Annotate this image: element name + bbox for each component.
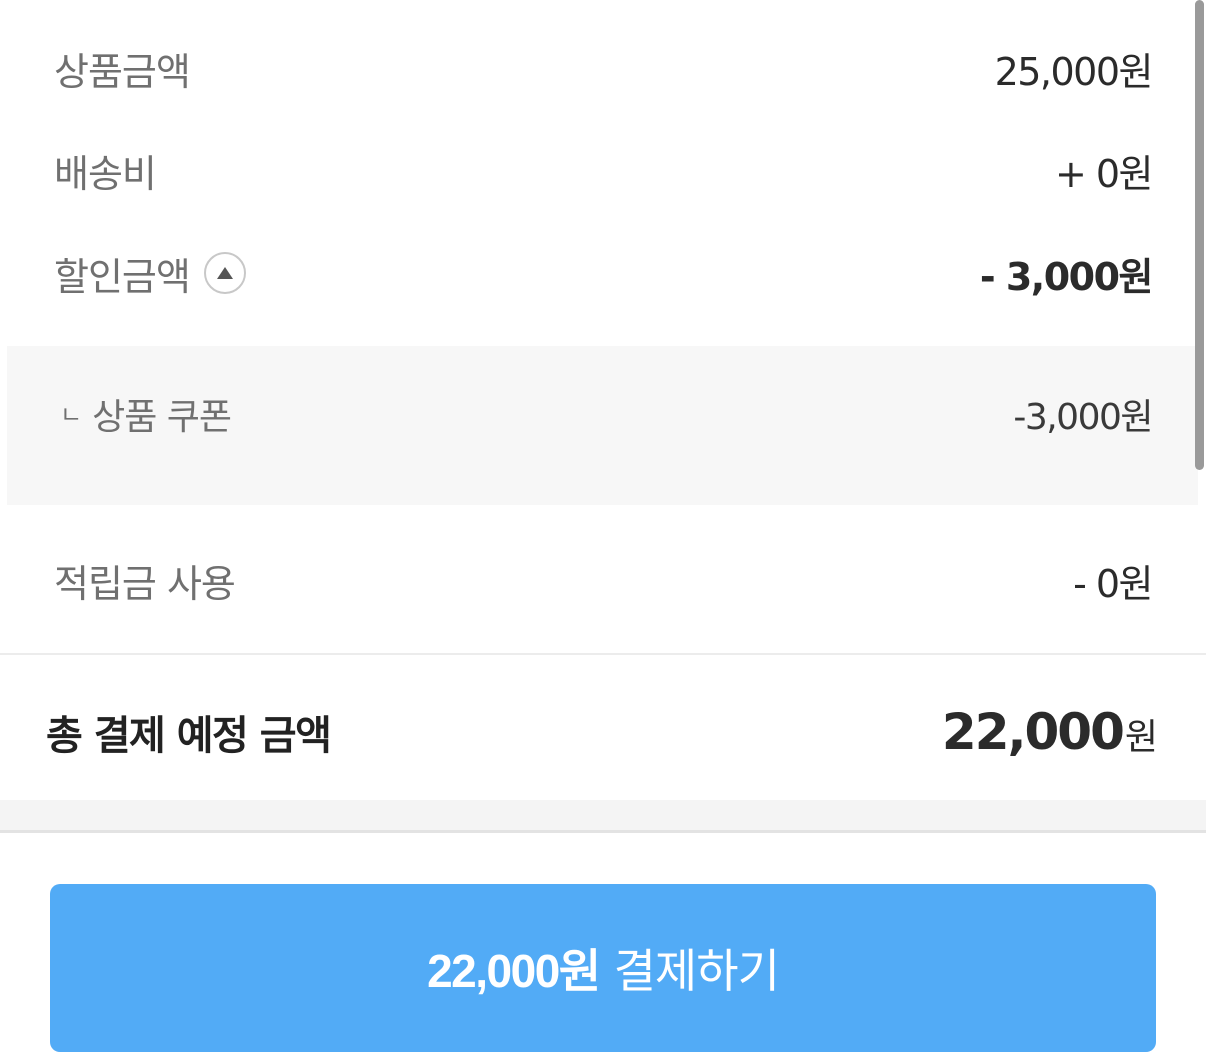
points-value: - 0원 (1073, 561, 1153, 606)
total-row: 총 결제 예정 금액 22,000 원 (0, 696, 1206, 768)
scrollbar-thumb[interactable] (1195, 0, 1204, 470)
pay-button-label: 결제하기 (613, 945, 780, 997)
chevron-up-circle-icon[interactable] (203, 252, 246, 294)
sub-item-marker: ㄴ (60, 400, 83, 429)
discount-value: - 3,000원 (979, 254, 1154, 299)
total-amount: 22,000 (941, 703, 1125, 761)
order-summary-page: 상품금액 25,000원 배송비 + 0원 할인금액 - 3,000원 ㄴ 상품… (0, 0, 1206, 1055)
shipping-row: 배송비 + 0원 (0, 138, 1206, 202)
shipping-label: 배송비 (54, 151, 157, 196)
product-amount-label: 상품금액 (54, 49, 191, 94)
coupon-value: -3,000원 (1013, 397, 1153, 438)
scrollbar[interactable] (1192, 0, 1206, 480)
total-label: 총 결제 예정 금액 (46, 713, 332, 759)
total-value: 22,000 원 (942, 703, 1158, 761)
divider (0, 830, 1206, 833)
points-row: 적립금 사용 - 0원 (0, 548, 1206, 612)
discount-label: 할인금액 (54, 254, 191, 299)
points-label: 적립금 사용 (54, 561, 236, 606)
shipping-value: + 0원 (1054, 151, 1154, 196)
coupon-label: 상품 쿠폰 (92, 397, 232, 438)
discount-row[interactable]: 할인금액 - 3,000원 (0, 241, 1206, 305)
product-amount-value: 25,000원 (994, 49, 1154, 94)
section-separator (0, 800, 1206, 830)
pay-button-amount: 22,000원 (427, 945, 601, 997)
pay-button[interactable]: 22,000원 결제하기 (50, 884, 1156, 1052)
divider (0, 653, 1206, 655)
product-amount-row: 상품금액 25,000원 (0, 36, 1206, 100)
total-unit: 원 (1124, 717, 1158, 758)
coupon-label-wrap: ㄴ 상품 쿠폰 (60, 388, 232, 440)
coupon-discount-row: ㄴ 상품 쿠폰 -3,000원 (0, 382, 1206, 446)
discount-label-wrap: 할인금액 (54, 246, 246, 301)
